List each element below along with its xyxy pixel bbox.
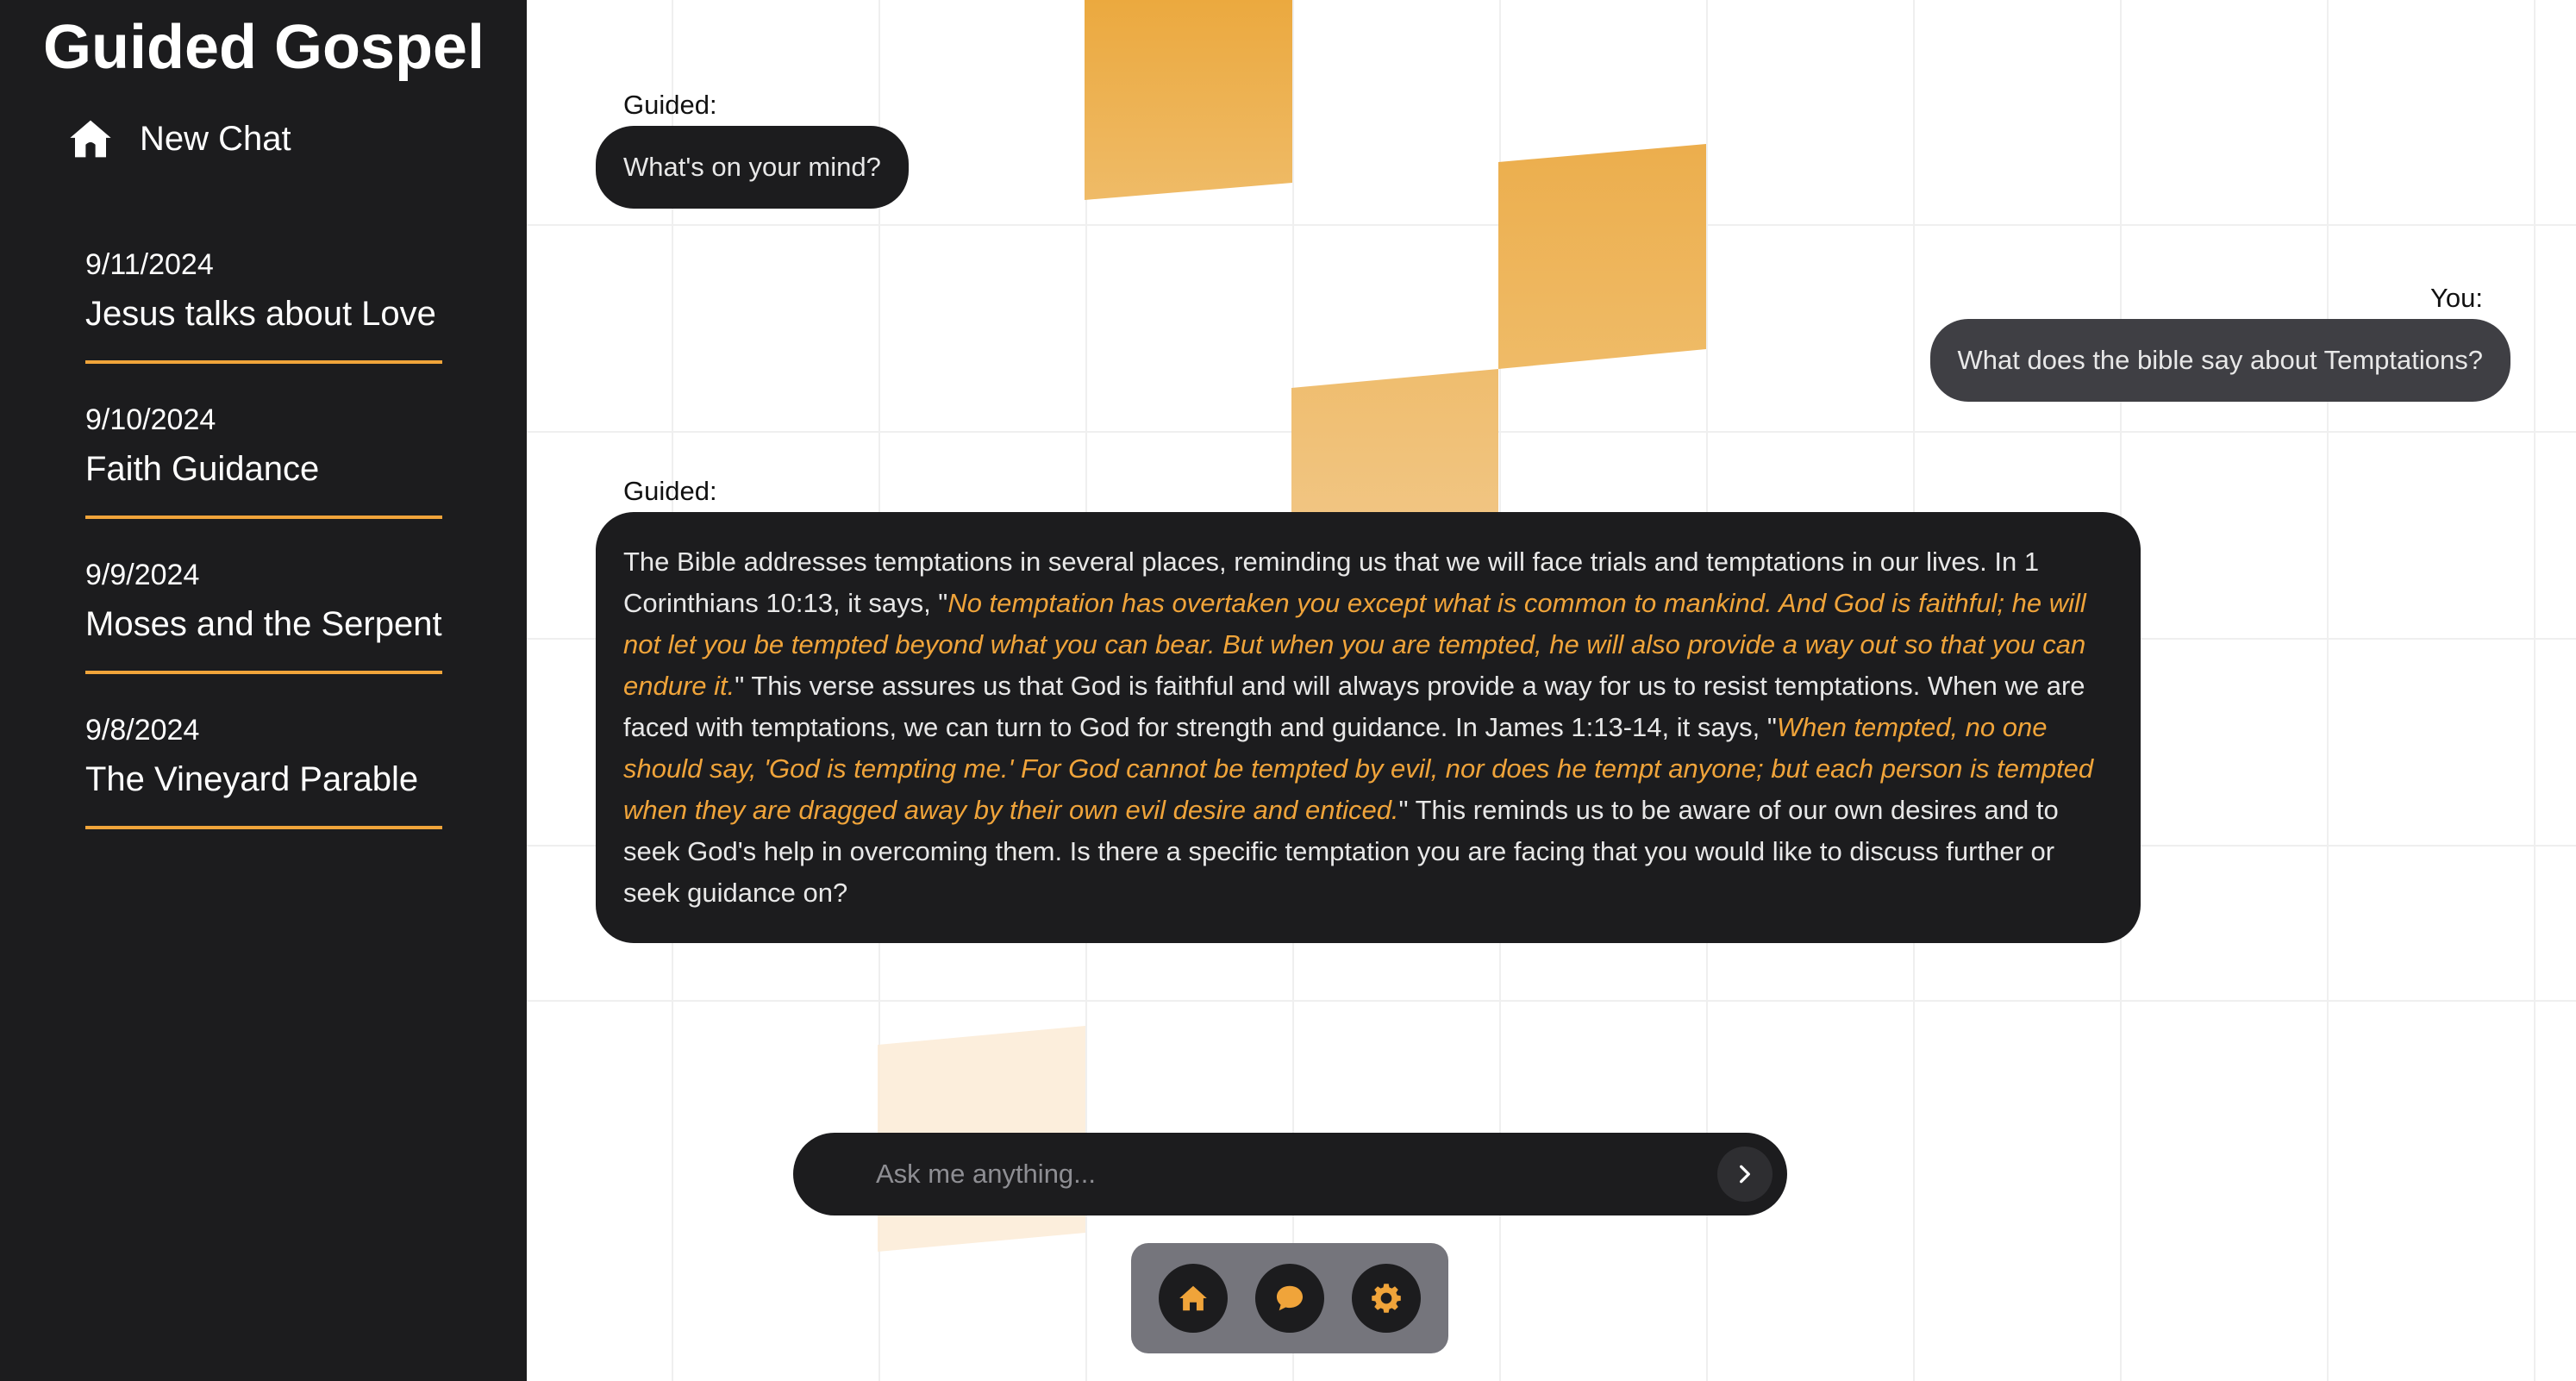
chat-history-list: 9/11/2024 Jesus talks about Love 9/10/20…	[85, 245, 442, 829]
chevron-right-icon	[1740, 1165, 1750, 1184]
history-title: Jesus talks about Love	[85, 295, 436, 333]
chat-input[interactable]	[876, 1133, 1635, 1215]
send-button[interactable]	[1717, 1147, 1773, 1202]
new-chat-button[interactable]: New Chat	[67, 116, 291, 162]
guided-speaker-label: Guided:	[623, 90, 717, 120]
history-date: 9/10/2024	[85, 403, 216, 436]
history-title: The Vineyard Parable	[85, 760, 419, 798]
chat-bubble-icon	[1276, 1285, 1304, 1311]
home-icon	[1179, 1285, 1207, 1311]
history-date: 9/8/2024	[85, 714, 200, 747]
sidebar: Guided Gospel New Chat 9/11/2024 Jesus t…	[0, 0, 527, 1381]
gear-icon	[1372, 1284, 1401, 1313]
app-title: Guided Gospel	[43, 13, 485, 82]
home-icon	[70, 120, 111, 158]
new-chat-label: New Chat	[140, 119, 291, 158]
history-date: 9/9/2024	[85, 559, 200, 591]
bottom-nav	[1131, 1243, 1448, 1353]
user-speaker-label: You:	[2430, 283, 2483, 313]
history-item[interactable]: 9/10/2024 Faith Guidance	[85, 364, 442, 519]
chat-input-bar	[793, 1133, 1787, 1215]
nav-home-button[interactable]	[1159, 1264, 1228, 1333]
history-title: Moses and the Serpent	[85, 605, 442, 643]
history-title: Faith Guidance	[85, 450, 320, 488]
history-item[interactable]: 9/11/2024 Jesus talks about Love	[85, 245, 442, 364]
user-message-bubble: What does the bible say about Temptation…	[1929, 319, 2510, 402]
history-item[interactable]: 9/9/2024 Moses and the Serpent	[85, 519, 442, 674]
history-date: 9/11/2024	[85, 248, 214, 281]
nav-settings-button[interactable]	[1352, 1264, 1421, 1333]
guided-message-bubble: The Bible addresses temptations in sever…	[596, 512, 2141, 943]
history-item[interactable]: 9/8/2024 The Vineyard Parable	[85, 674, 442, 829]
guided-speaker-label: Guided:	[623, 476, 717, 506]
nav-chat-button[interactable]	[1255, 1264, 1324, 1333]
guided-message-bubble: What's on your mind?	[596, 126, 909, 209]
